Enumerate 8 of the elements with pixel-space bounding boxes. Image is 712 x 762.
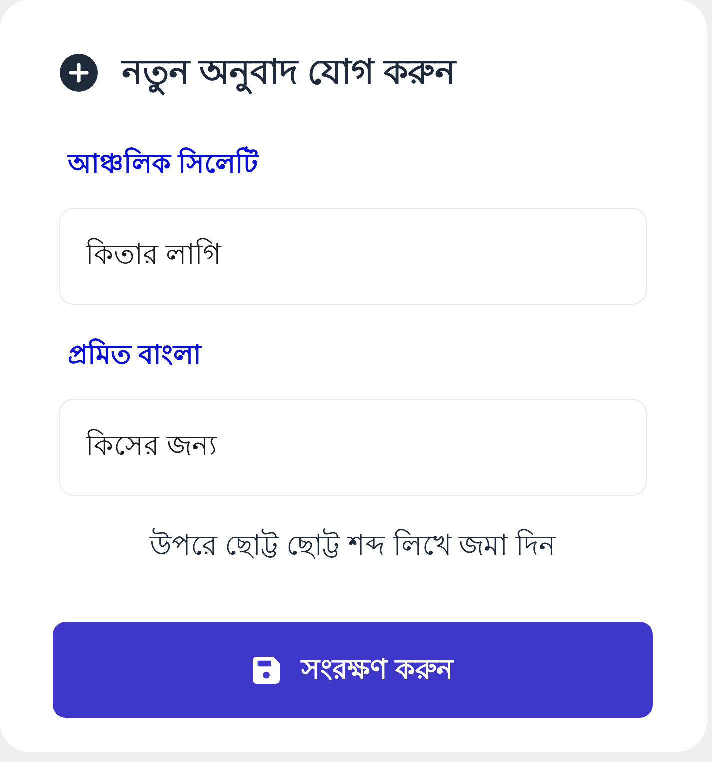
- form-title: নতুন অনুবাদ যোগ করুন: [122, 52, 456, 94]
- text-field[interactable]: কিতার লাগি: [59, 208, 647, 305]
- save-button[interactable]: সংরক্ষণ করুন: [53, 622, 653, 718]
- plus-circle-icon: [60, 54, 98, 92]
- field-label: আঞ্চলিক সিলেটি: [68, 147, 653, 181]
- hint-text: উপরে ছোট্ট ছোট্ট শব্দ লিখে জমা দিন: [148, 528, 558, 563]
- field-label: প্রমিত বাংলা: [68, 338, 204, 372]
- text-field[interactable]: কিসের জন্য: [59, 399, 647, 496]
